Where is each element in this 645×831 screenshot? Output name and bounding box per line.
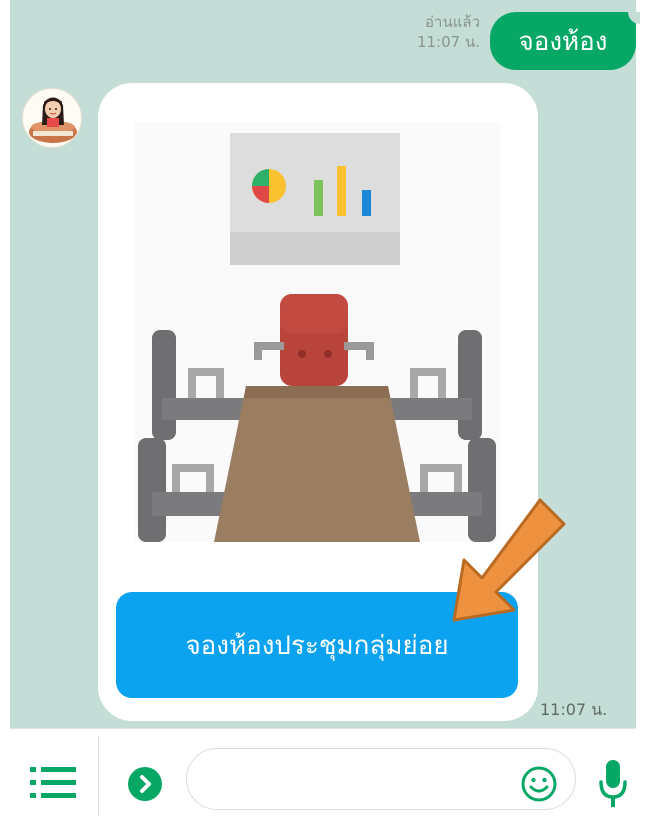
- emoji-icon[interactable]: [521, 766, 557, 802]
- list-menu-icon[interactable]: [30, 765, 76, 801]
- read-status: อ่านแล้ว: [425, 13, 480, 31]
- user-message-bubble: จองห้อง: [490, 12, 640, 70]
- bot-avatar[interactable]: [22, 88, 82, 148]
- highlight-arrow-icon: [440, 496, 570, 626]
- user-message-time: 11:07 น.: [416, 33, 480, 51]
- chevron-right-icon[interactable]: [128, 767, 162, 801]
- user-message-text: จองห้อง: [518, 26, 608, 57]
- message-input[interactable]: [186, 748, 576, 810]
- meeting-room-icon: [134, 122, 500, 542]
- microphone-icon[interactable]: [598, 758, 628, 810]
- input-bar-divider: [98, 736, 99, 816]
- bot-avatar-image: [29, 97, 77, 143]
- bot-message-time: 11:07 น.: [540, 700, 608, 719]
- read-receipt: อ่านแล้ว 11:07 น.: [380, 12, 480, 52]
